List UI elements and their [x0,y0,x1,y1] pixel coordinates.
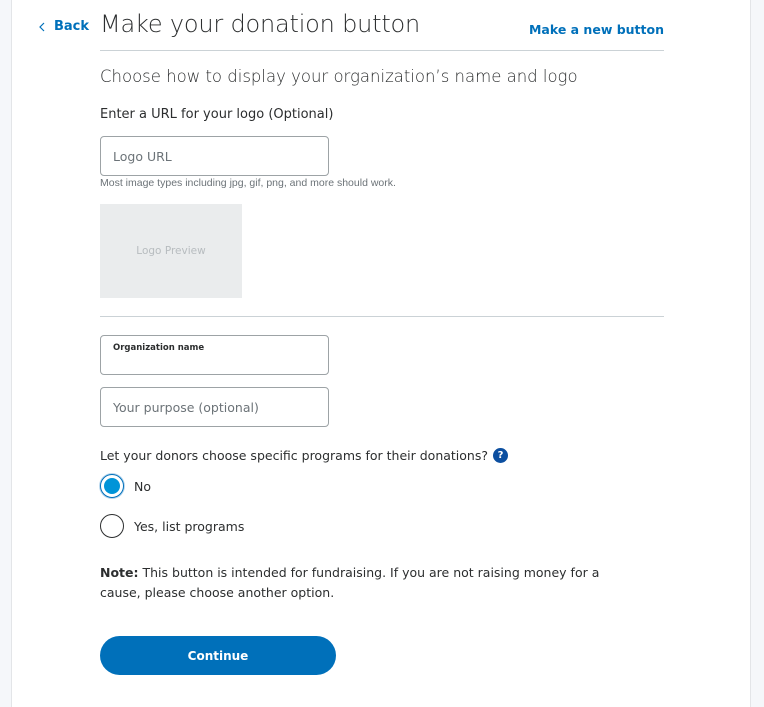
radio-option-no[interactable]: No [100,474,151,498]
logo-url-input[interactable] [100,136,329,176]
radio-button-selected[interactable] [100,474,124,498]
back-label: Back [54,19,90,34]
back-link[interactable]: Back [38,19,89,34]
radio-option-yes[interactable]: Yes, list programs [100,514,244,538]
radio-option-label: Yes, list programs [134,518,245,534]
make-new-button-link[interactable]: Make a new button [529,22,664,37]
organization-name-input[interactable] [112,356,317,372]
section-subtitle: Choose how to display your organization’… [100,67,578,86]
programs-question-text: Let your donors choose specific programs… [100,448,488,463]
logo-preview-label: Logo Preview [136,245,206,257]
chevron-left-icon [39,22,45,31]
page-title: Make your donation button [100,10,421,38]
section-divider [100,316,664,317]
help-icon[interactable]: ? [493,448,508,463]
logo-preview: Logo Preview [100,204,242,298]
programs-question: Let your donors choose specific programs… [100,448,508,463]
logo-url-label: Enter a URL for your logo (Optional) [100,107,334,122]
logo-helper-text: Most image types including jpg, gif, png… [100,177,396,189]
organization-name-label: Organization name [113,343,205,353]
header-divider [100,50,664,51]
radio-button[interactable] [100,514,124,538]
purpose-input[interactable] [100,387,329,427]
note-prefix: Note: [100,565,139,580]
continue-button[interactable]: Continue [100,636,336,675]
radio-option-label: No [134,478,151,494]
organization-name-field[interactable]: Organization name [100,335,329,375]
note-text: This button is intended for fundraising.… [100,565,600,600]
fundraising-note: Note: This button is intended for fundra… [100,563,640,603]
